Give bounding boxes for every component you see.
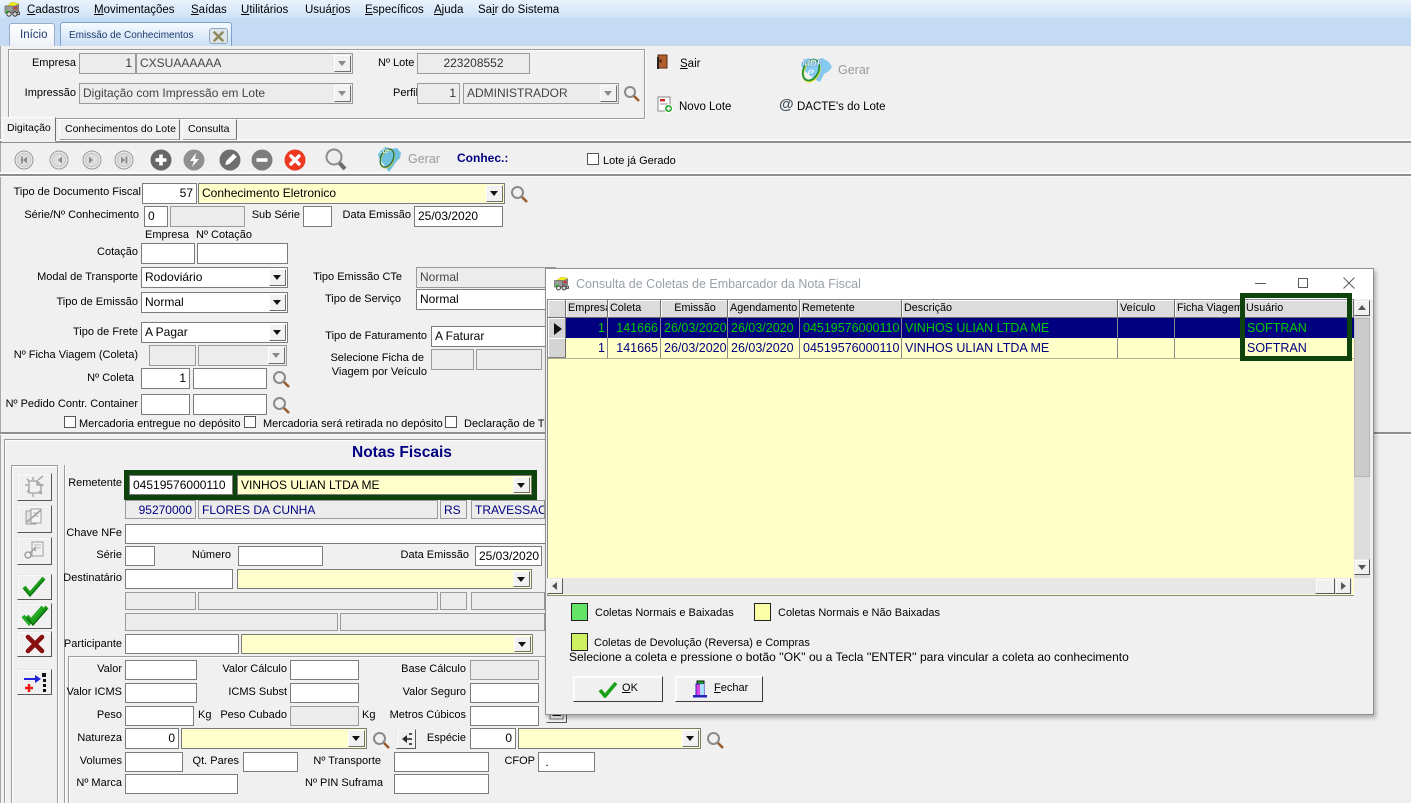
svg-text:cte: cte <box>379 146 389 155</box>
svg-text:e: e <box>807 64 814 81</box>
